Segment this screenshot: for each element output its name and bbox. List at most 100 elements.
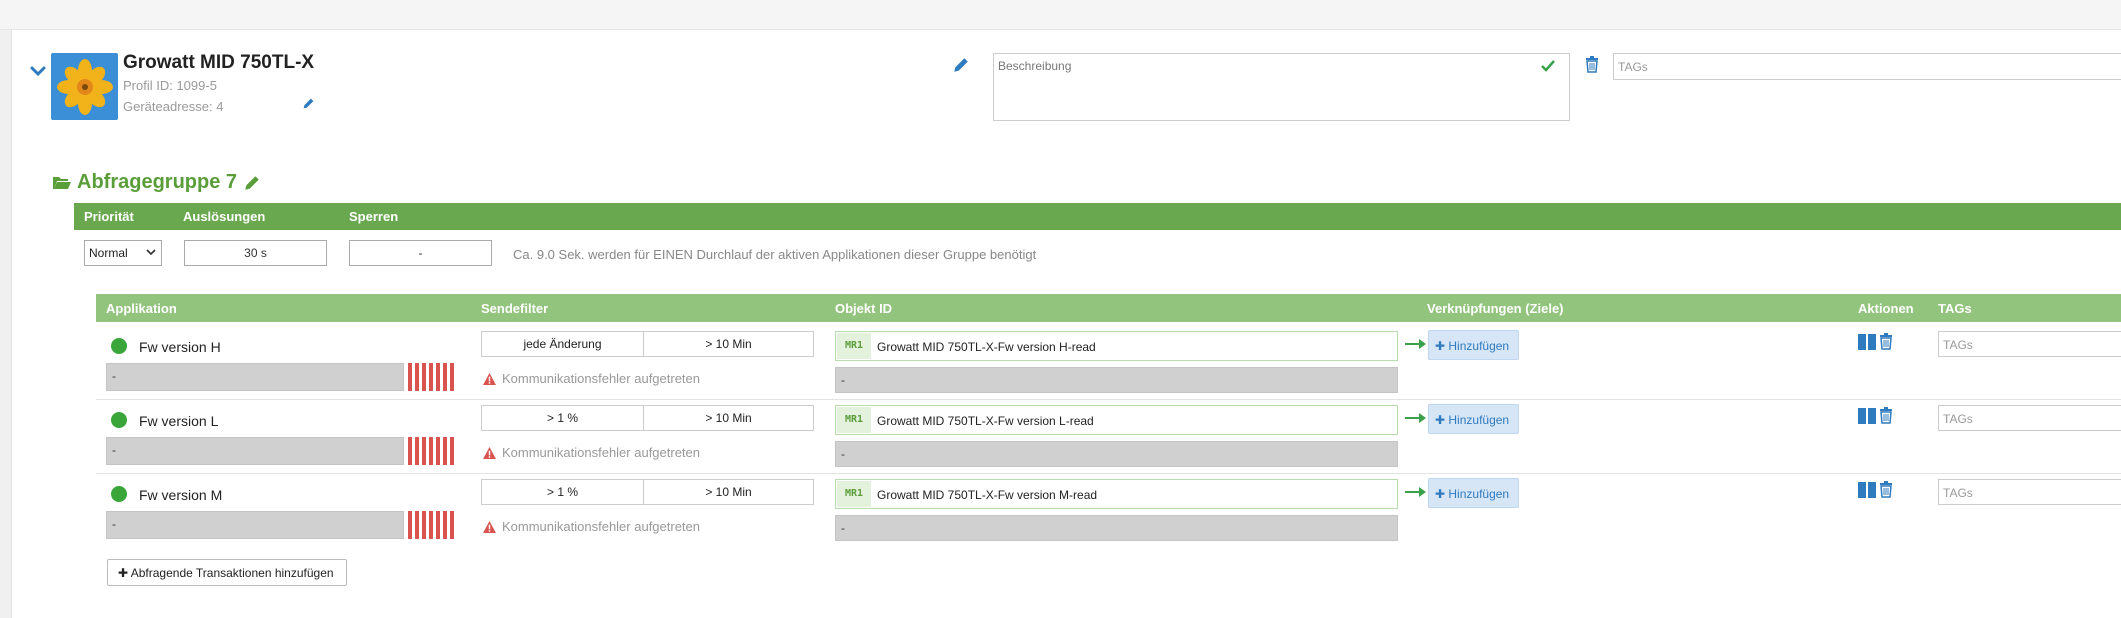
pause-icon[interactable] bbox=[1858, 408, 1876, 424]
col-tags: TAGs bbox=[1938, 301, 1972, 316]
header-triggers: Auslösungen bbox=[183, 209, 266, 224]
top-bar bbox=[0, 0, 2121, 30]
send-filter[interactable]: > 1 % > 10 Min bbox=[481, 479, 814, 505]
group-title: Abfragegruppe 7 bbox=[53, 171, 261, 194]
mr-badge: MR1 bbox=[837, 333, 871, 359]
col-application: Applikation bbox=[106, 301, 177, 316]
applications-table-header: Applikation Sendefilter Objekt ID Verknü… bbox=[96, 294, 2121, 322]
col-actions: Aktionen bbox=[1858, 301, 1914, 316]
row-tags-input[interactable]: TAGs bbox=[1938, 479, 2121, 505]
pause-icon[interactable] bbox=[1858, 334, 1876, 350]
filter-interval[interactable]: > 10 Min bbox=[644, 332, 813, 356]
object-id-text: Growatt MID 750TL-X-Fw version M-read bbox=[877, 488, 1098, 502]
send-filter[interactable]: jede Änderung > 10 Min bbox=[481, 331, 814, 357]
send-filter[interactable]: > 1 % > 10 Min bbox=[481, 405, 814, 431]
object-id-text: Growatt MID 750TL-X-Fw version L-read bbox=[877, 414, 1094, 428]
device-image bbox=[51, 53, 118, 120]
warning-icon bbox=[483, 520, 496, 533]
edit-group-pencil-icon[interactable] bbox=[243, 174, 261, 192]
filter-change[interactable]: > 1 % bbox=[482, 480, 644, 504]
add-link-button[interactable]: ✚ Hinzufügen bbox=[1428, 478, 1519, 508]
priority-select[interactable]: Normal bbox=[84, 240, 162, 266]
object-id-text: Growatt MID 750TL-X-Fw version H-read bbox=[877, 340, 1096, 354]
add-transactions-button[interactable]: ✚ Abfragende Transaktionen hinzufügen bbox=[107, 559, 347, 586]
col-links: Verknüpfungen (Ziele) bbox=[1427, 301, 1564, 316]
group-header-bar: Priorität Auslösungen Sperren bbox=[74, 203, 2121, 230]
arrow-right-icon bbox=[1405, 413, 1426, 423]
object-value: - bbox=[835, 515, 1398, 541]
warning-icon bbox=[483, 372, 496, 385]
priority-value: Normal bbox=[89, 246, 128, 260]
flower-icon bbox=[56, 58, 113, 115]
description-field[interactable]: Beschreibung bbox=[993, 53, 1570, 121]
device-tags-input[interactable]: TAGs bbox=[1613, 53, 2121, 80]
trash-icon[interactable] bbox=[1879, 333, 1893, 350]
col-send-filter: Sendefilter bbox=[481, 301, 549, 316]
row-divider bbox=[96, 473, 2121, 474]
trash-icon[interactable] bbox=[1585, 56, 1599, 73]
object-value: - bbox=[835, 441, 1398, 467]
application-name: Fw version H bbox=[139, 339, 221, 355]
row-tags-input[interactable]: TAGs bbox=[1938, 331, 2121, 357]
arrow-right-icon bbox=[1405, 487, 1426, 497]
filter-interval[interactable]: > 10 Min bbox=[644, 406, 813, 430]
object-id-field[interactable]: MR1 Growatt MID 750TL-X-Fw version L-rea… bbox=[835, 405, 1398, 435]
row-tags-input[interactable]: TAGs bbox=[1938, 405, 2121, 431]
error-text: Kommunikationsfehler aufgetreten bbox=[502, 371, 701, 386]
warning-icon bbox=[483, 446, 496, 459]
signal-bars bbox=[408, 511, 458, 539]
filter-interval[interactable]: > 10 Min bbox=[644, 480, 813, 504]
status-dot bbox=[111, 486, 127, 502]
pause-icon[interactable] bbox=[1858, 482, 1876, 498]
add-link-label: Hinzufügen bbox=[1448, 413, 1510, 427]
locks-field[interactable]: - bbox=[349, 240, 492, 266]
application-name: Fw version L bbox=[139, 413, 219, 429]
description-placeholder: Beschreibung bbox=[998, 59, 1072, 73]
group-info-text: Ca. 9.0 Sek. werden für EINEN Durchlauf … bbox=[513, 247, 1037, 262]
status-dot bbox=[111, 338, 127, 354]
object-id-field[interactable]: MR1 Growatt MID 750TL-X-Fw version M-rea… bbox=[835, 479, 1398, 509]
communication-error: Kommunikationsfehler aufgetreten bbox=[483, 519, 700, 534]
device-title: Growatt MID 750TL-X bbox=[123, 52, 315, 73]
row-divider bbox=[96, 399, 2121, 400]
error-text: Kommunikationsfehler aufgetreten bbox=[502, 519, 701, 534]
left-strip bbox=[0, 30, 12, 618]
triggers-field[interactable]: 30 s bbox=[184, 240, 327, 266]
group-title-text: Abfragegruppe 7 bbox=[77, 171, 238, 193]
signal-bars bbox=[408, 437, 458, 465]
edit-address-pencil-icon[interactable] bbox=[302, 97, 315, 110]
header-locks: Sperren bbox=[349, 209, 399, 224]
chevron-down-icon[interactable] bbox=[29, 62, 47, 80]
trash-icon[interactable] bbox=[1879, 481, 1893, 498]
communication-error: Kommunikationsfehler aufgetreten bbox=[483, 445, 700, 460]
header-priority: Priorität bbox=[84, 209, 134, 224]
add-link-button[interactable]: ✚ Hinzufügen bbox=[1428, 404, 1519, 434]
mr-badge: MR1 bbox=[837, 481, 871, 507]
add-link-label: Hinzufügen bbox=[1448, 487, 1510, 501]
arrow-right-icon bbox=[1405, 339, 1426, 349]
object-id-field[interactable]: MR1 Growatt MID 750TL-X-Fw version H-rea… bbox=[835, 331, 1398, 361]
add-link-label: Hinzufügen bbox=[1448, 339, 1510, 353]
status-dot bbox=[111, 412, 127, 428]
mr-badge: MR1 bbox=[837, 407, 871, 433]
add-transactions-label: Abfragende Transaktionen hinzufügen bbox=[130, 566, 334, 580]
edit-device-pencil-icon[interactable] bbox=[952, 56, 970, 74]
folder-open-icon bbox=[53, 176, 71, 189]
profile-id: Profil ID: 1099-5 bbox=[123, 78, 217, 93]
error-text: Kommunikationsfehler aufgetreten bbox=[502, 445, 701, 460]
filter-change[interactable]: > 1 % bbox=[482, 406, 644, 430]
signal-bars bbox=[408, 363, 458, 391]
check-icon[interactable] bbox=[1541, 60, 1555, 72]
application-value: - bbox=[106, 511, 404, 539]
add-link-button[interactable]: ✚ Hinzufügen bbox=[1428, 330, 1519, 360]
trash-icon[interactable] bbox=[1879, 407, 1893, 424]
object-value: - bbox=[835, 367, 1398, 393]
filter-change[interactable]: jede Änderung bbox=[482, 332, 644, 356]
device-address: Geräteadresse: 4 bbox=[123, 99, 224, 114]
communication-error: Kommunikationsfehler aufgetreten bbox=[483, 371, 700, 386]
chevron-down-icon bbox=[146, 249, 156, 256]
application-value: - bbox=[106, 437, 404, 465]
application-name: Fw version M bbox=[139, 487, 223, 503]
col-object-id: Objekt ID bbox=[835, 301, 893, 316]
application-value: - bbox=[106, 363, 404, 391]
